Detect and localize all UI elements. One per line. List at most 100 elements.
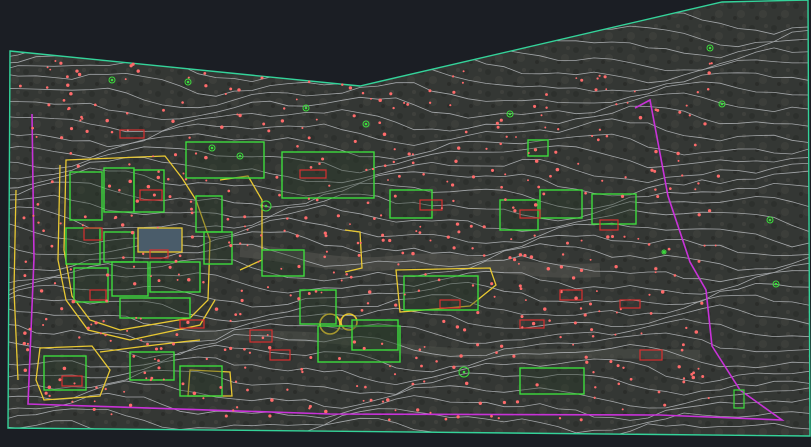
survey-point [707, 397, 710, 400]
survey-point [527, 179, 529, 182]
survey-point [339, 318, 342, 321]
survey-point [533, 104, 537, 108]
survey-point [401, 251, 405, 255]
survey-point [529, 255, 534, 259]
cad-drawing-viewport[interactable] [0, 0, 811, 447]
building-outline[interactable] [403, 275, 479, 311]
survey-point [663, 403, 667, 407]
survey-point [403, 101, 406, 104]
survey-point [86, 326, 90, 330]
survey-point [307, 136, 311, 140]
survey-point [246, 228, 249, 231]
survey-point [388, 418, 391, 421]
survey-point [105, 118, 109, 123]
building-outline[interactable] [519, 367, 585, 395]
building-outline[interactable] [65, 227, 101, 265]
survey-point [543, 307, 547, 311]
tree-center-dot [238, 154, 242, 158]
survey-point [577, 162, 580, 165]
survey-point [382, 132, 387, 137]
survey-point [387, 179, 389, 181]
survey-point [462, 70, 465, 73]
survey-point [59, 61, 63, 65]
survey-point [406, 102, 410, 106]
survey-point [572, 343, 575, 346]
building-outline[interactable] [43, 355, 87, 391]
survey-point [626, 101, 629, 104]
survey-point [257, 260, 260, 263]
survey-point [512, 257, 517, 262]
survey-point [452, 90, 456, 94]
survey-point [67, 106, 71, 110]
building-outline[interactable] [499, 199, 539, 231]
survey-point [571, 276, 576, 280]
survey-point [504, 198, 507, 201]
pool-outline[interactable] [137, 227, 183, 253]
survey-point [450, 183, 455, 187]
building-outline[interactable] [111, 261, 149, 297]
survey-point [638, 115, 643, 120]
survey-point [324, 409, 328, 414]
survey-point [62, 366, 67, 371]
survey-point [482, 254, 486, 257]
survey-point [394, 409, 397, 412]
building-outline[interactable] [281, 151, 375, 199]
survey-point [593, 396, 596, 399]
survey-point [50, 244, 54, 248]
survey-point [694, 330, 699, 334]
building-outline[interactable] [261, 249, 305, 277]
survey-point [289, 294, 292, 297]
survey-point [451, 75, 455, 78]
survey-point [654, 149, 658, 154]
building-outline[interactable] [195, 195, 223, 233]
building-outline[interactable] [179, 365, 223, 397]
survey-point [75, 69, 79, 73]
survey-point [531, 321, 536, 326]
survey-point [397, 263, 400, 266]
survey-point [583, 313, 587, 317]
survey-point [315, 118, 318, 121]
building-outline[interactable] [129, 351, 175, 381]
survey-point [188, 136, 191, 139]
survey-point [243, 347, 246, 351]
survey-point [691, 375, 696, 380]
survey-point [301, 126, 304, 130]
building-outline[interactable] [203, 231, 233, 265]
survey-point [446, 235, 450, 239]
survey-point [69, 152, 73, 155]
survey-point [688, 114, 691, 117]
building-outline[interactable] [299, 289, 337, 325]
survey-point [157, 366, 161, 370]
survey-point [300, 367, 304, 371]
survey-point [356, 241, 360, 245]
building-outline[interactable] [389, 189, 433, 219]
building-outline[interactable] [119, 297, 191, 319]
survey-point [93, 103, 97, 107]
building-outline[interactable] [185, 141, 265, 179]
building-outline[interactable] [69, 171, 103, 221]
tree-center-dot [364, 122, 368, 126]
survey-point [555, 167, 560, 172]
survey-point [685, 326, 688, 330]
survey-point [383, 164, 387, 168]
survey-point [677, 159, 680, 162]
survey-point [336, 214, 341, 218]
survey-point [194, 152, 198, 155]
survey-point [156, 175, 161, 180]
survey-point [128, 163, 131, 166]
building-outline[interactable] [351, 319, 399, 351]
building-outline[interactable] [73, 267, 109, 303]
building-outline[interactable] [103, 231, 135, 263]
survey-point [248, 351, 252, 354]
building-outline[interactable] [539, 189, 583, 219]
survey-point [544, 126, 547, 129]
survey-point [260, 76, 264, 80]
survey-point [420, 364, 423, 368]
site-plan-drawing[interactable] [0, 0, 811, 447]
building-outline[interactable] [527, 139, 549, 157]
building-outline[interactable] [149, 261, 201, 293]
survey-point [422, 173, 425, 176]
survey-point [32, 214, 35, 217]
survey-point [653, 169, 657, 173]
survey-point [323, 255, 327, 259]
